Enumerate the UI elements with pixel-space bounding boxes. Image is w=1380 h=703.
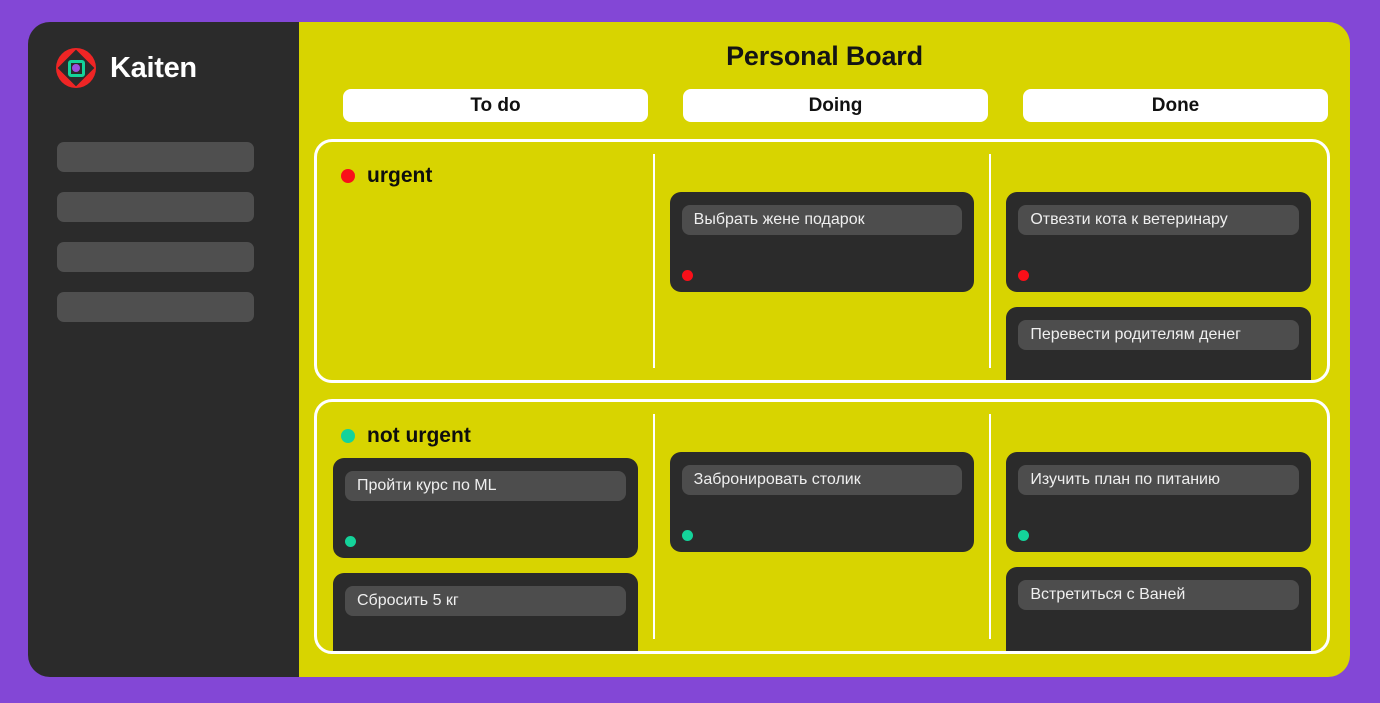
sidebar-item-placeholder-3[interactable] <box>57 242 254 272</box>
card[interactable]: Пройти курс по ML <box>333 458 638 558</box>
card[interactable]: Забронировать столик <box>669 452 975 552</box>
card[interactable]: Отвезти кота к ветеринару <box>1006 192 1312 292</box>
tab-done[interactable]: Done <box>1023 89 1328 122</box>
card-priority-dot-icon <box>1018 530 1030 541</box>
card-title: Отвезти кота к ветеринару <box>1018 205 1300 235</box>
swimlane-priority-dot-icon <box>341 169 355 183</box>
page-title: Personal Board <box>726 41 923 71</box>
swimlane-not-urgent: not urgent Пройти курс по ML Сбросить 5 кг… <box>314 399 1330 654</box>
card-priority-dot-icon <box>681 530 693 541</box>
sidebar-item-placeholder-1[interactable] <box>57 142 254 172</box>
card-title: Встретиться с Ваней <box>1018 580 1300 610</box>
swimlanes: urgent Выбрать жене подарок Отвезти кота к… <box>299 122 1350 654</box>
card-title: Пройти курс по ML <box>345 471 626 501</box>
board: Personal Board To do Doing Done urgent Выбр… <box>299 22 1350 677</box>
sidebar-item-placeholder-4[interactable] <box>57 292 254 322</box>
tab-todo[interactable]: To do <box>343 89 648 122</box>
tab-doing[interactable]: Doing <box>683 89 988 122</box>
card-priority-dot-icon <box>1018 270 1030 281</box>
sidebar-item-placeholder-2[interactable] <box>57 192 254 222</box>
column-doing-not-urgent[interactable]: Забронировать столик <box>652 402 991 651</box>
brand-name: Kaiten <box>110 51 197 84</box>
column-done-urgent[interactable]: Отвезти кота к ветеринару Перевести родит… <box>989 142 1327 380</box>
card-priority-dot-icon <box>681 270 693 281</box>
card-priority-dot-icon <box>345 536 356 547</box>
swimlane-title: urgent <box>367 164 433 187</box>
card-title: Сбросить 5 кг <box>345 586 626 616</box>
card[interactable]: Встретиться с Ваней <box>1006 567 1312 651</box>
card[interactable]: Перевести родителям денег <box>1006 307 1312 380</box>
column-doing-urgent[interactable]: Выбрать жене подарок <box>652 142 991 380</box>
swimlane-priority-dot-icon <box>341 429 355 443</box>
swimlane-urgent: urgent Выбрать жене подарок Отвезти кота к… <box>314 139 1330 383</box>
tab-label: Doing <box>808 94 863 116</box>
tab-label: To do <box>470 94 521 116</box>
card-title: Перевести родителям денег <box>1018 320 1300 350</box>
column-done-not-urgent[interactable]: Изучить план по питанию Встретиться с Ван… <box>989 402 1327 651</box>
card[interactable]: Выбрать жене подарок <box>669 192 975 292</box>
kaiten-logo-icon <box>56 48 96 88</box>
card-title: Изучить план по питанию <box>1018 465 1300 495</box>
sidebar: Kaiten <box>28 22 299 677</box>
card-title: Забронировать столик <box>681 465 963 495</box>
card-title: Выбрать жене подарок <box>681 205 963 235</box>
swimlane-title: not urgent <box>367 424 471 447</box>
sidebar-nav <box>28 142 299 322</box>
tab-label: Done <box>1151 94 1200 116</box>
column-tabs: To do Doing Done <box>299 72 1350 122</box>
app-window: Kaiten Personal Board To do Doing Done urg… <box>28 22 1350 677</box>
card[interactable]: Сбросить 5 кг <box>333 573 638 651</box>
logo-core-dot <box>72 64 80 72</box>
swimlane-header: not urgent <box>317 402 471 448</box>
card[interactable]: Изучить план по питанию <box>1006 452 1312 552</box>
swimlane-header: urgent <box>317 142 432 188</box>
brand[interactable]: Kaiten <box>28 22 299 88</box>
swimlane-columns: Выбрать жене подарок Отвезти кота к ветер… <box>317 142 1327 380</box>
